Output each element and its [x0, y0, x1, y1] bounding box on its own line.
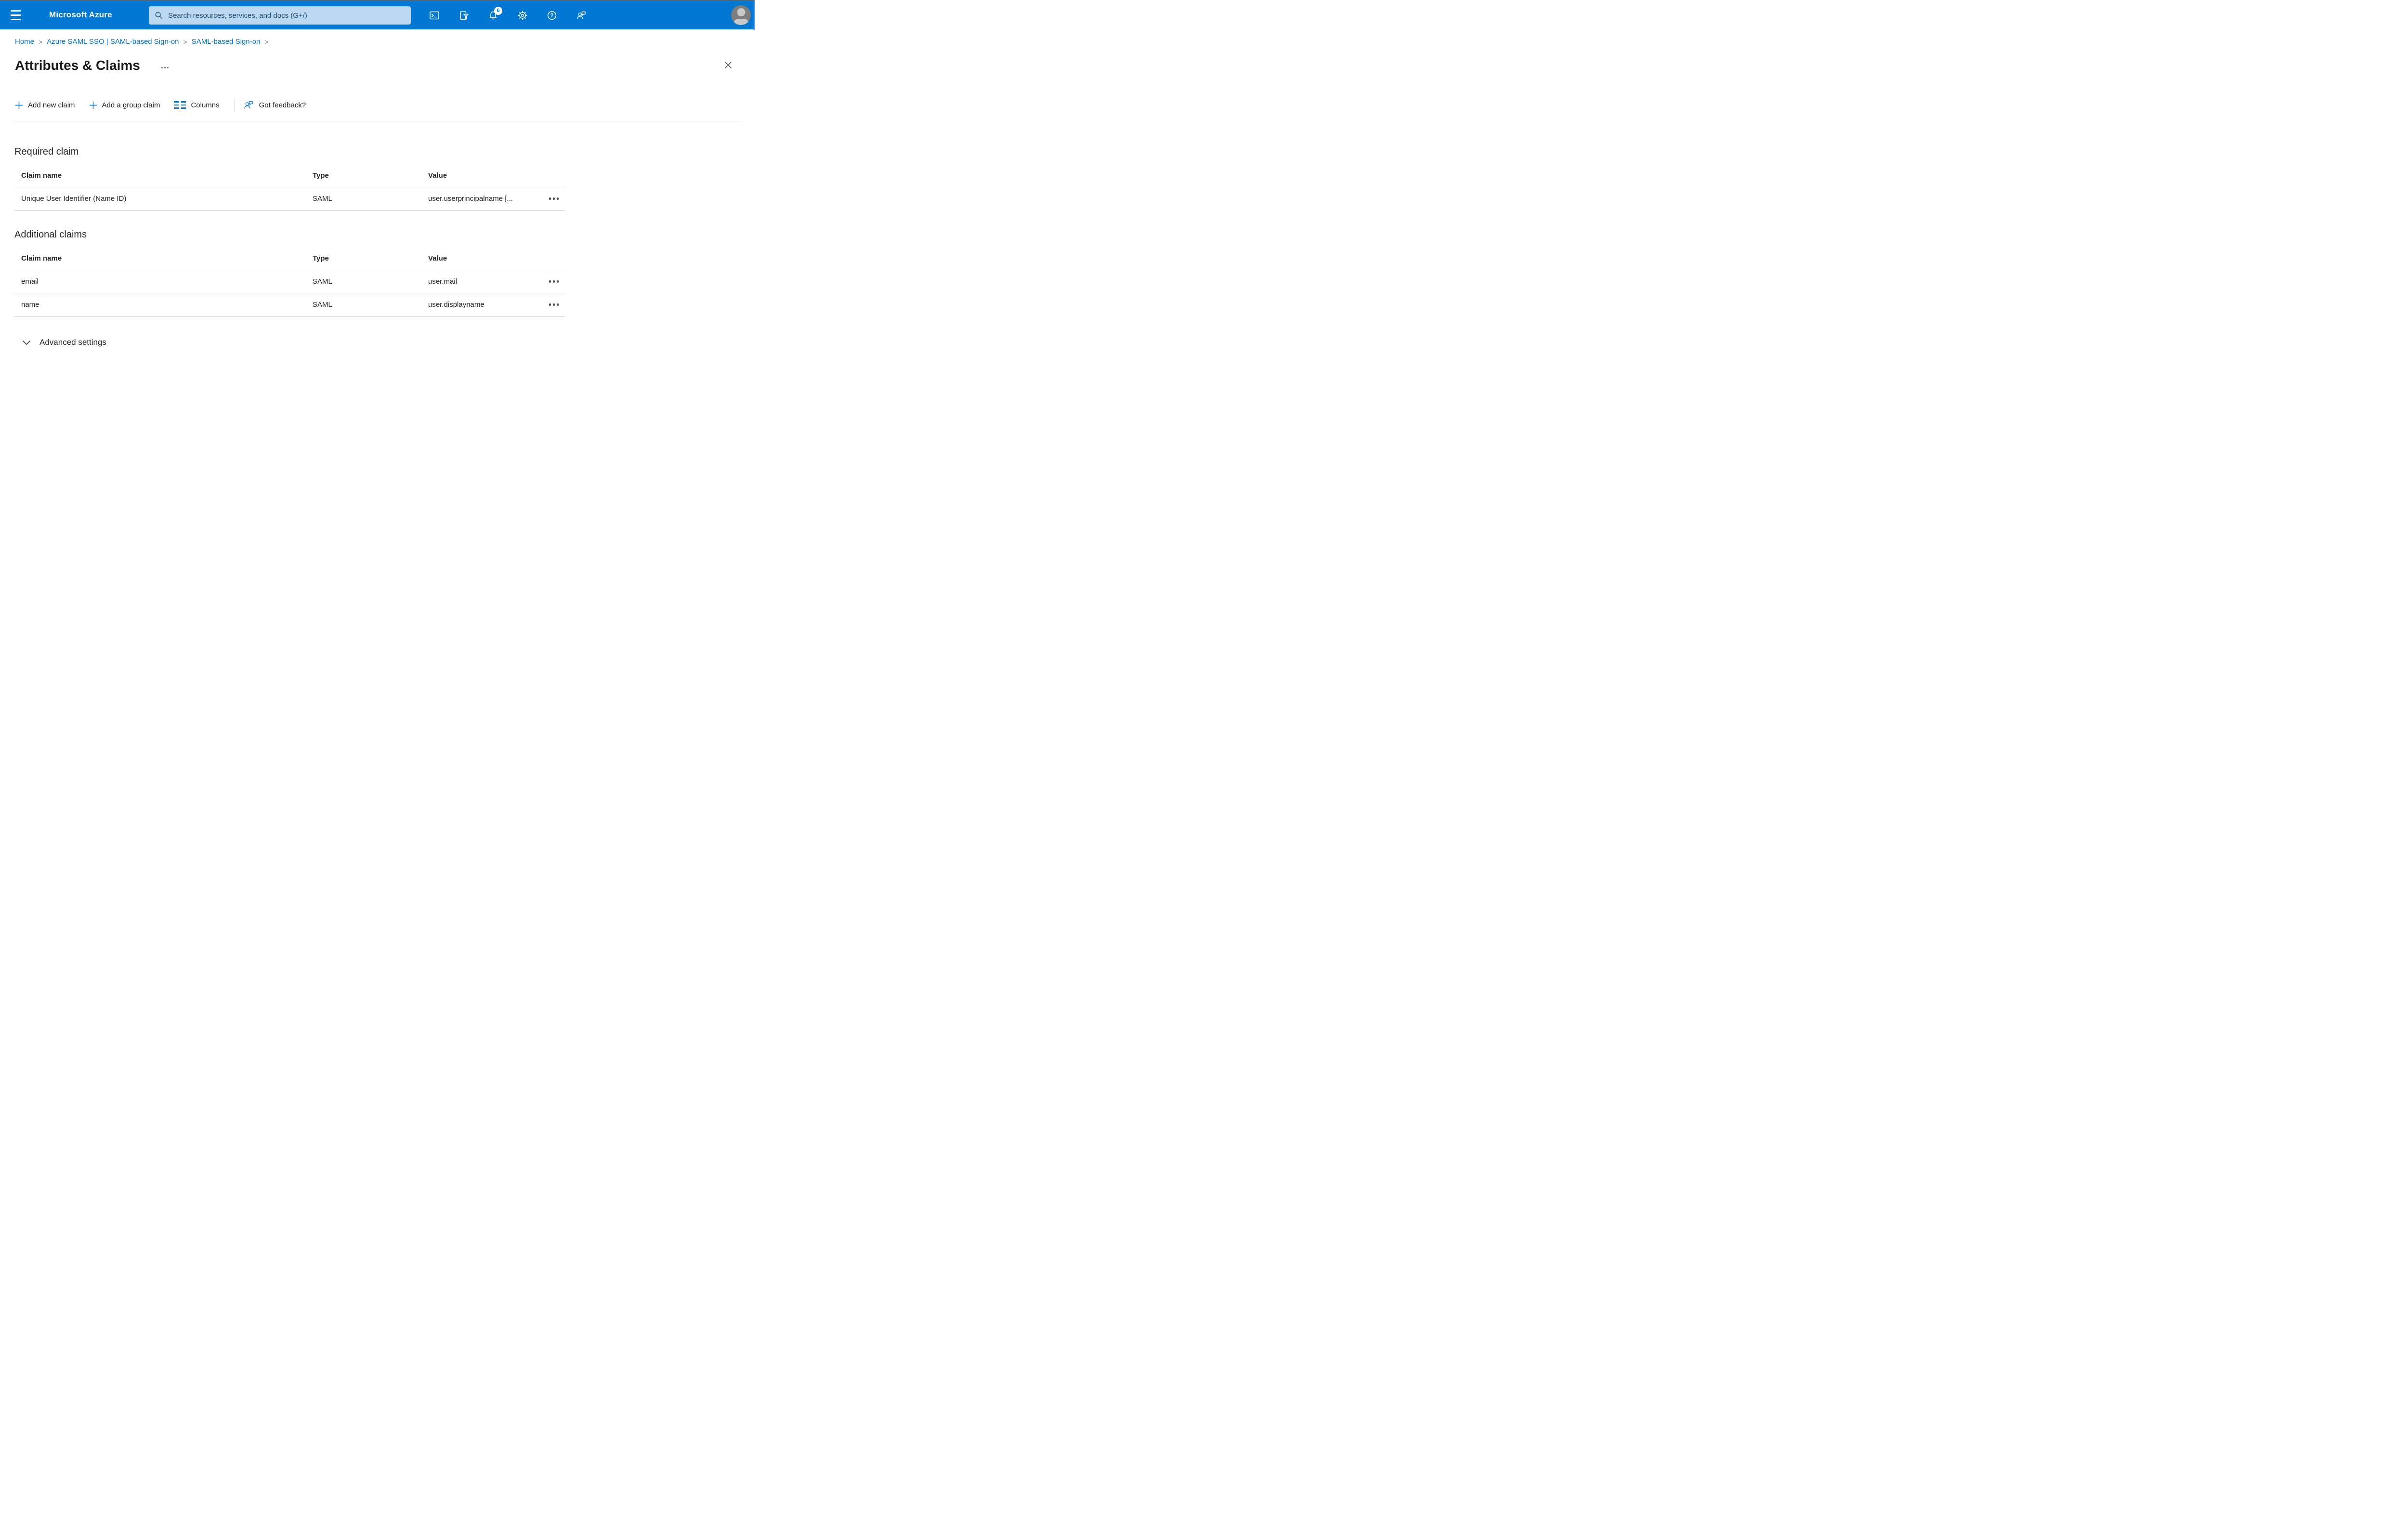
search-icon [155, 12, 162, 19]
claim-type-cell: SAML [313, 277, 332, 286]
topbar-right-edge [754, 0, 755, 30]
table-row[interactable]: name SAML user.displayname [14, 293, 564, 316]
avatar-body-shape [733, 19, 748, 25]
claim-type-cell: SAML [313, 301, 332, 309]
advanced-settings-label: Advanced settings [39, 338, 106, 347]
directory-filter-icon[interactable] [458, 10, 470, 21]
azure-top-bar: Microsoft Azure Search resources, servic… [0, 0, 755, 30]
feedback-icon[interactable] [576, 10, 587, 21]
add-new-claim-label: Add new claim [28, 101, 75, 109]
claim-name-cell: email [21, 277, 39, 286]
columns-button[interactable]: Columns [174, 101, 220, 109]
additional-claims-table: Claim name Type Value email SAML user.ma… [14, 247, 564, 316]
claim-value-cell: user.mail [428, 277, 458, 286]
got-feedback-label: Got feedback? [259, 101, 306, 109]
add-new-claim-button[interactable]: Add new claim [15, 101, 75, 109]
svg-text:?: ? [550, 13, 553, 19]
hamburger-menu-button[interactable] [0, 0, 31, 30]
row-more-icon[interactable] [549, 197, 565, 200]
search-input[interactable] [168, 11, 405, 20]
column-header-type: Type [313, 254, 329, 263]
breadcrumb-home-link[interactable]: Home [15, 38, 34, 46]
breadcrumb-saml-sso-link[interactable]: Azure SAML SSO | SAML-based Sign-on [47, 38, 179, 46]
plus-icon [89, 101, 97, 109]
chevron-down-icon [22, 340, 31, 345]
plus-icon [15, 101, 23, 109]
breadcrumb: Home > Azure SAML SSO | SAML-based Sign-… [15, 38, 755, 46]
chevron-right-icon: > [183, 38, 187, 46]
claim-name-cell: Unique User Identifier (Name ID) [21, 195, 127, 203]
breadcrumb-saml-signon-link[interactable]: SAML-based Sign-on [192, 38, 261, 46]
claim-value-cell: user.userprincipalname [... [428, 195, 513, 203]
required-claim-heading: Required claim [14, 146, 79, 157]
additional-claims-heading: Additional claims [14, 229, 87, 240]
avatar[interactable] [731, 5, 751, 25]
row-more-icon[interactable] [549, 303, 565, 306]
command-bar: Add new claim Add a group claim Columns … [15, 97, 755, 113]
page-header: Attributes & Claims [15, 56, 755, 75]
table-row[interactable]: Unique User Identifier (Name ID) SAML us… [14, 187, 564, 210]
got-feedback-button[interactable]: Got feedback? [243, 99, 306, 111]
column-header-claim-name: Claim name [21, 254, 62, 263]
columns-label: Columns [191, 101, 220, 109]
columns-icon [174, 101, 186, 109]
avatar-head-shape [737, 8, 745, 16]
cloud-shell-icon[interactable] [429, 10, 440, 21]
required-claim-table: Claim name Type Value Unique User Identi… [14, 164, 564, 210]
chevron-right-icon: > [39, 38, 43, 46]
gear-icon[interactable] [517, 10, 528, 21]
table-row[interactable]: email SAML user.mail [14, 270, 564, 293]
bell-icon[interactable]: 6 [487, 6, 502, 21]
page-title: Attributes & Claims [15, 58, 140, 73]
row-more-icon[interactable] [549, 280, 565, 283]
table-header-row: Claim name Type Value [14, 164, 564, 187]
more-icon[interactable] [161, 66, 169, 68]
column-header-type: Type [313, 171, 329, 180]
column-header-value: Value [428, 171, 447, 180]
column-header-value: Value [428, 254, 447, 263]
column-header-claim-name: Claim name [21, 171, 62, 180]
claim-value-cell: user.displayname [428, 301, 484, 309]
help-icon[interactable]: ? [546, 10, 558, 21]
global-search-box[interactable] [149, 6, 411, 25]
add-group-claim-button[interactable]: Add a group claim [89, 101, 160, 109]
add-group-claim-label: Add a group claim [102, 101, 160, 109]
topbar-icon-group: 6 ? [429, 0, 587, 30]
table-header-row: Claim name Type Value [14, 247, 564, 270]
notification-count-badge: 6 [494, 6, 502, 15]
claim-name-cell: name [21, 301, 39, 309]
close-icon[interactable] [722, 59, 734, 71]
azure-brand-logo[interactable]: Microsoft Azure [49, 10, 112, 20]
advanced-settings-toggle[interactable]: Advanced settings [22, 338, 106, 347]
chevron-right-icon: > [264, 38, 269, 46]
claim-type-cell: SAML [313, 195, 332, 203]
feedback-person-icon [244, 101, 253, 109]
